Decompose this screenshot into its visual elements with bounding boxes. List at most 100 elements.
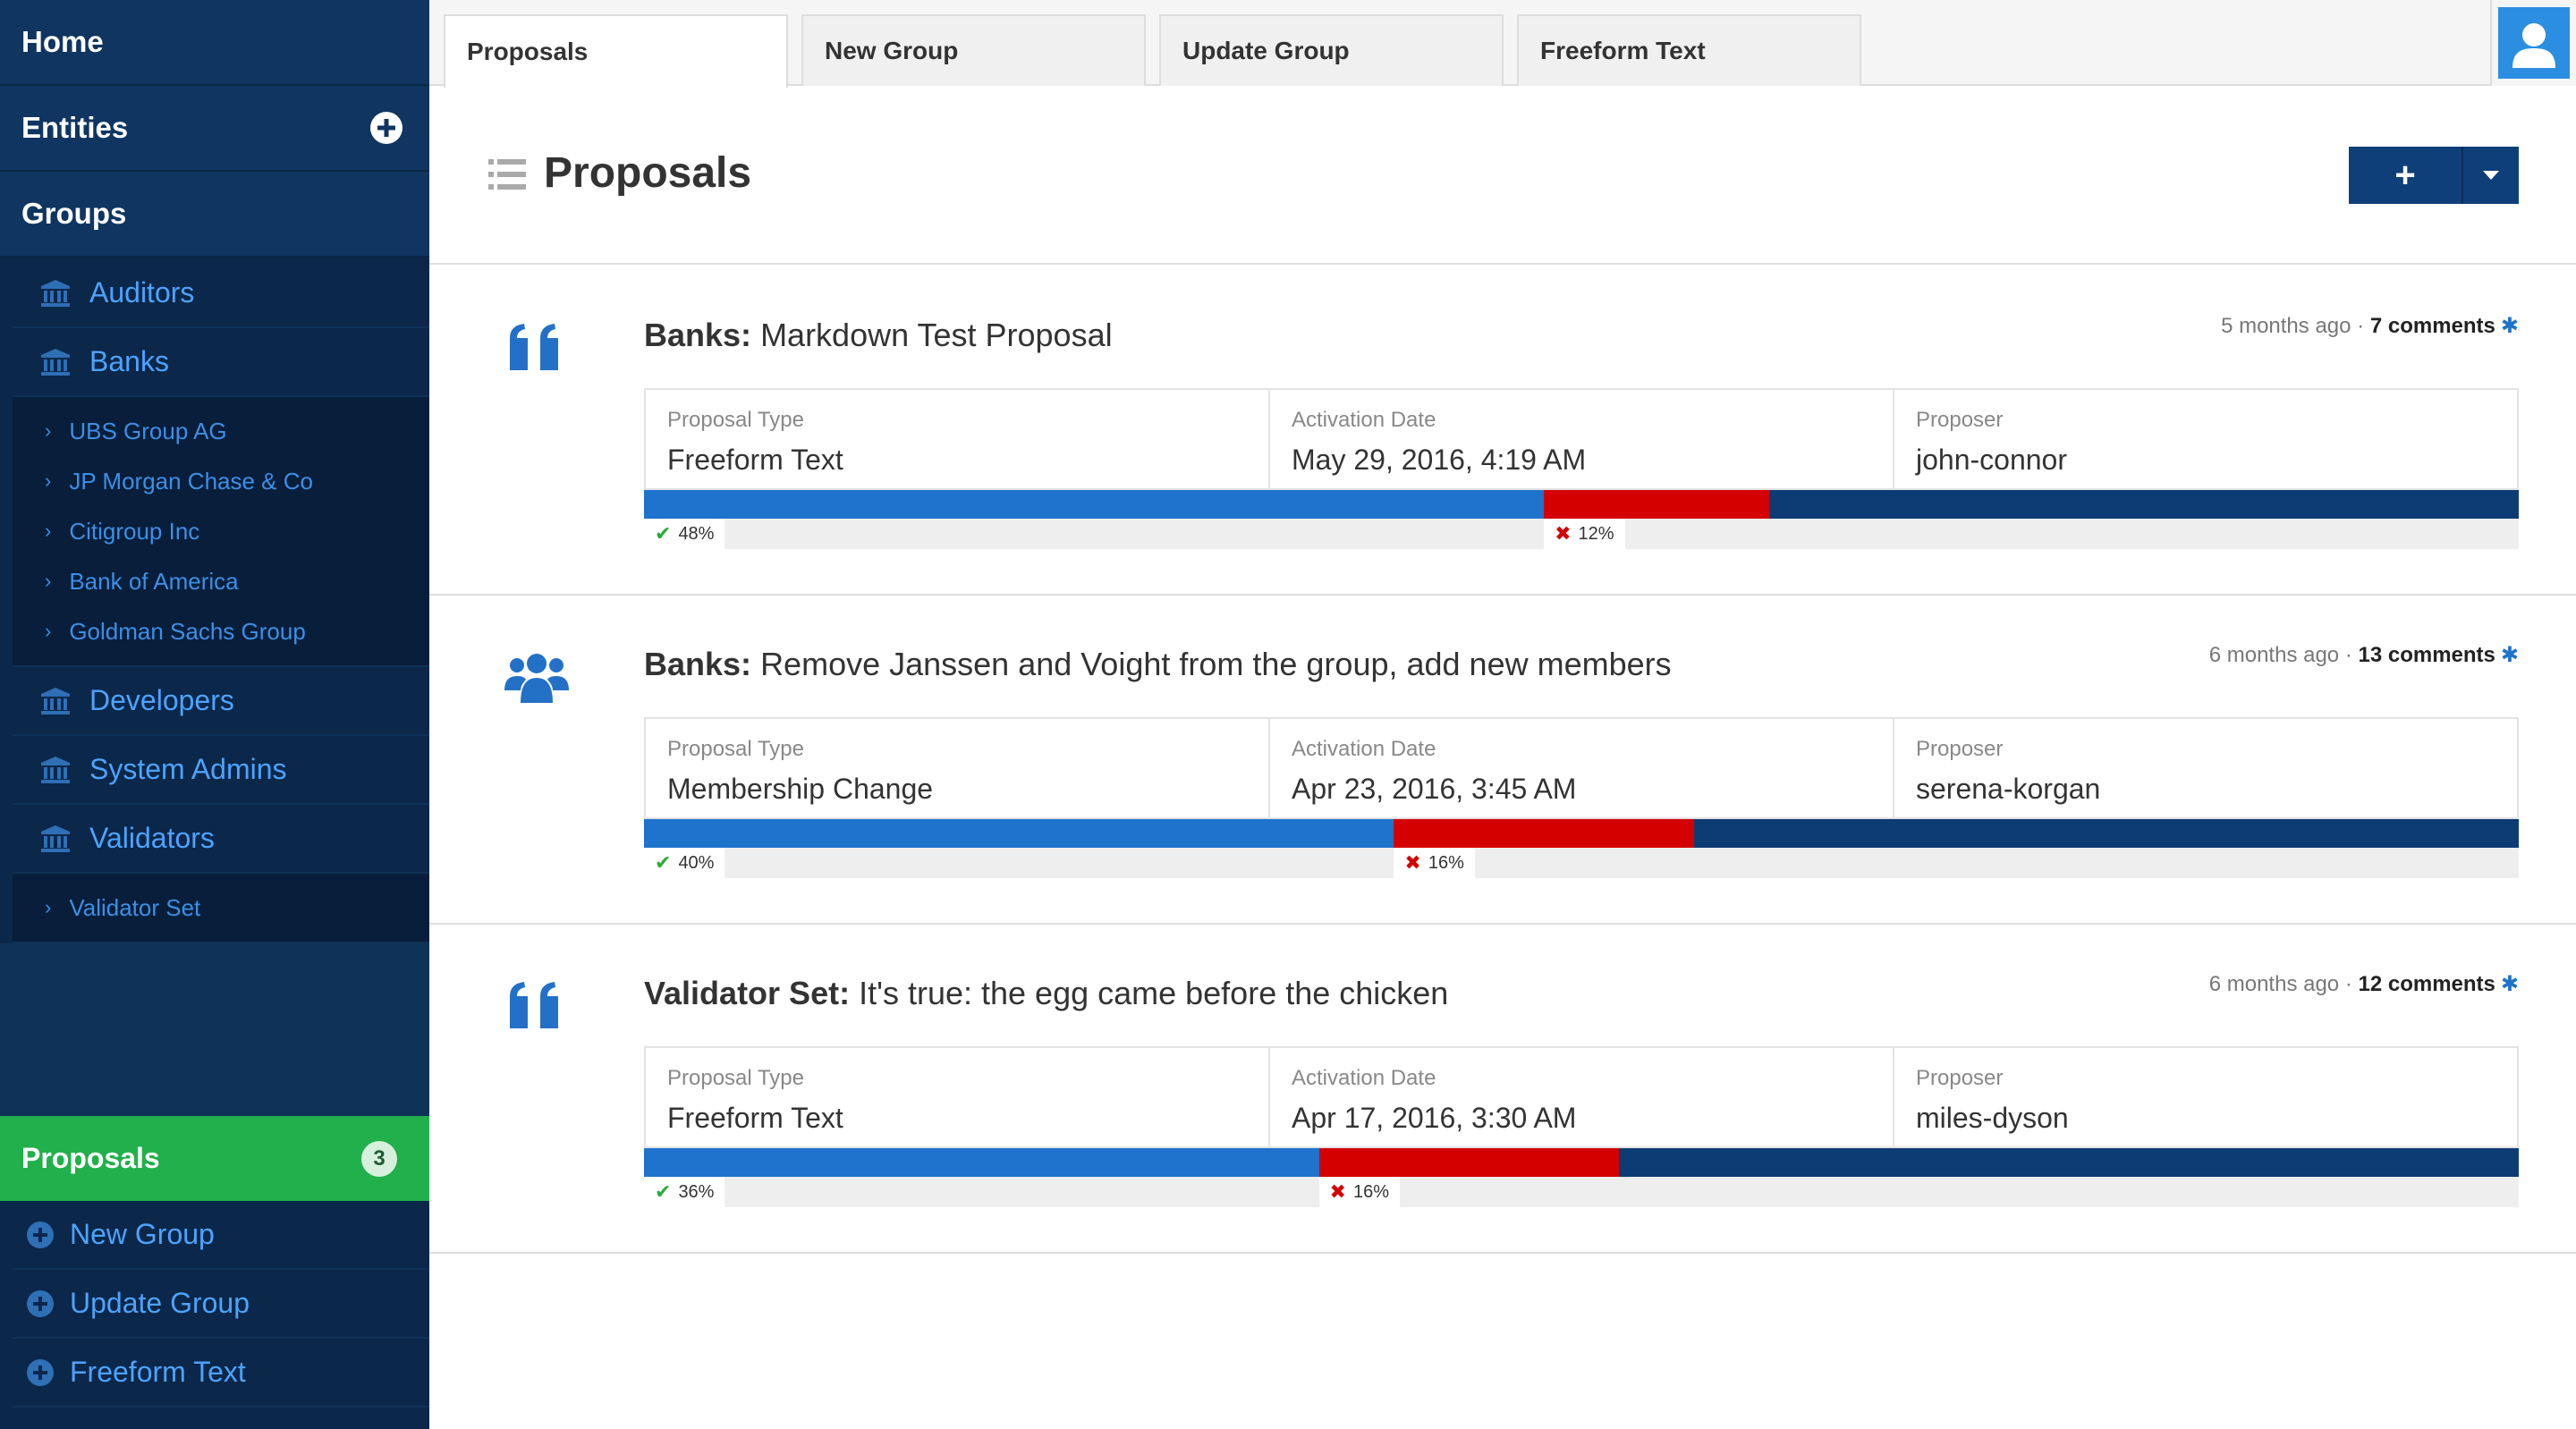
proposal-item[interactable]: Validator Set: It's true: the egg came b… [429,925,2576,1254]
bank-icon [39,756,72,784]
tab-proposals[interactable]: Proposals [444,14,788,88]
add-entity-icon[interactable] [370,112,402,144]
tab-update-group[interactable]: Update Group [1159,14,1504,86]
sidebar-subitem-validator-set[interactable]: › Validator Set [13,883,429,933]
sidebar-subitem-jpmorgan[interactable]: › JP Morgan Chase & Co [13,456,429,506]
sidebar-subitem-label: Bank of America [69,567,239,595]
proposal-age: 6 months ago [2208,972,2340,996]
chevron-right-icon: › [45,520,52,542]
proposal-title[interactable]: Banks: Remove Janssen and Voight from th… [644,646,1672,683]
proposal-title-text: It's true: the egg came before the chick… [859,975,1449,1011]
proposal-title-text: Markdown Test Proposal [760,317,1113,353]
check-icon: ✔ [655,851,672,874]
add-proposal-dropdown-button[interactable] [2463,147,2519,204]
bank-icon [39,279,72,308]
proposal-item[interactable]: Banks: Remove Janssen and Voight from th… [429,596,2576,925]
sidebar-proposals-label: Proposals [21,1142,160,1174]
sidebar-item-freeform-text[interactable]: Freeform Text [13,1339,429,1408]
sidebar-subitem-label: UBS Group AG [69,417,227,444]
detail-label: Proposal Type [667,408,804,432]
tab-bar: Proposals New Group Update Group Freefor… [429,0,2576,88]
sidebar-subitem-citigroup[interactable]: › Citigroup Inc [13,506,429,556]
list-icon [488,159,526,190]
check-icon: ✔ [655,522,672,545]
proposal-type-value: Freeform Text [667,1102,843,1134]
no-vote-fill [1318,1148,1619,1177]
no-vote-fill [1394,819,1694,848]
proposal-type-cell: Proposal Type Freeform Text [646,390,1270,488]
plus-circle-icon [27,1358,54,1386]
sidebar-item-label: Developers [89,684,234,716]
proposal-item[interactable]: Banks: Markdown Test Proposal 5 months a… [429,266,2576,596]
chevron-right-icon: › [45,469,52,492]
plus-circle-icon [27,1289,54,1317]
proposal-title[interactable]: Validator Set: It's true: the egg came b… [644,975,1448,1012]
sidebar-item-new-group[interactable]: New Group [13,1201,429,1270]
no-vote-label: 12% [1578,523,1614,544]
sidebar-item-label: Freeform Text [70,1356,246,1388]
detail-label: Activation Date [1292,1066,1436,1090]
sidebar-subitem-ubs[interactable]: › UBS Group AG [13,406,429,456]
proposal-comments-link[interactable]: 12 comments [2358,972,2495,996]
sidebar-item-banks[interactable]: Banks [13,328,429,397]
validators-sublist: › Validator Set [13,874,429,943]
activation-date-value: Apr 17, 2016, 3:30 AM [1292,1102,1577,1134]
proposal-title-text: Remove Janssen and Voight from the group… [760,646,1672,682]
bank-icon [39,824,72,853]
asterisk-icon: ✱ [2500,643,2519,667]
proposal-group: Banks: [644,317,752,353]
quote-icon [504,317,569,381]
chevron-right-icon: › [45,620,52,642]
vote-progress-bar [644,490,2519,519]
proposal-age: 5 months ago [2221,314,2351,338]
sidebar-item-developers[interactable]: Developers [13,667,429,736]
proposal-comments-link[interactable]: 13 comments [2358,643,2495,667]
proposal-group: Banks: [644,646,752,682]
add-proposal-button[interactable]: + [2349,147,2463,204]
activation-date-value: May 29, 2016, 4:19 AM [1292,444,1587,476]
sidebar-item-system-admins[interactable]: System Admins [13,736,429,805]
yes-vote-label: 40% [678,852,715,873]
chevron-right-icon: › [45,419,52,442]
add-proposal-split-button: + [2349,147,2519,204]
no-vote-percent: ✖ 16% [1394,848,1475,878]
proposal-meta: 6 months ago · 12 comments ✱ [2208,972,2519,996]
proposal-title[interactable]: Banks: Markdown Test Proposal [644,317,1113,354]
user-icon [2498,7,2570,79]
proposal-comments-link[interactable]: 7 comments [2370,314,2496,338]
proposal-meta: 5 months ago · 7 comments ✱ [2221,314,2519,338]
yes-vote-fill [644,1148,1319,1177]
sidebar-item-auditors[interactable]: Auditors [13,259,429,328]
sidebar-subitem-goldman[interactable]: › Goldman Sachs Group [13,606,429,656]
sidebar-item-update-group[interactable]: Update Group [13,1270,429,1339]
proposal-meta: 6 months ago · 13 comments ✱ [2208,643,2519,667]
tab-new-group[interactable]: New Group [801,14,1146,86]
nav-groups-label: Groups [21,197,127,230]
cross-icon: ✖ [1555,522,1572,545]
yes-vote-percent: ✔ 48% [644,519,725,549]
tab-freeform-text[interactable]: Freeform Text [1517,14,1861,86]
banks-sublist: › UBS Group AG › JP Morgan Chase & Co › Cit… [13,397,429,667]
proposer-cell: Proposer john-connor [1894,390,2517,488]
groups-list: Auditors Banks › UBS Group AG › JP Morgan … [0,258,429,943]
no-vote-fill [1544,490,1769,519]
sidebar-item-validators[interactable]: Validators [13,805,429,874]
yes-vote-fill [644,819,1394,848]
sidebar-subitem-label: Goldman Sachs Group [69,617,306,645]
page-title: Proposals [544,149,752,197]
vote-progress-bar [644,1148,2519,1177]
sidebar-subitem-bofa[interactable]: › Bank of America [13,556,429,606]
bank-icon [39,687,72,715]
nav-entities[interactable]: Entities [0,86,429,172]
sidebar: Home Entities Groups Auditors Banks › UBS… [0,0,429,1429]
page-header: Proposals + [429,86,2576,265]
yes-vote-fill [644,490,1545,519]
sidebar-item-proposals[interactable]: Proposals 3 [0,1116,429,1201]
nav-groups[interactable]: Groups [0,172,429,258]
yes-vote-percent: ✔ 40% [644,848,725,878]
user-menu-button[interactable] [2490,0,2576,86]
no-vote-label: 16% [1428,852,1464,873]
sidebar-subitem-label: Validator Set [69,893,201,921]
nav-home[interactable]: Home [0,0,429,86]
quote-icon [504,975,569,1039]
